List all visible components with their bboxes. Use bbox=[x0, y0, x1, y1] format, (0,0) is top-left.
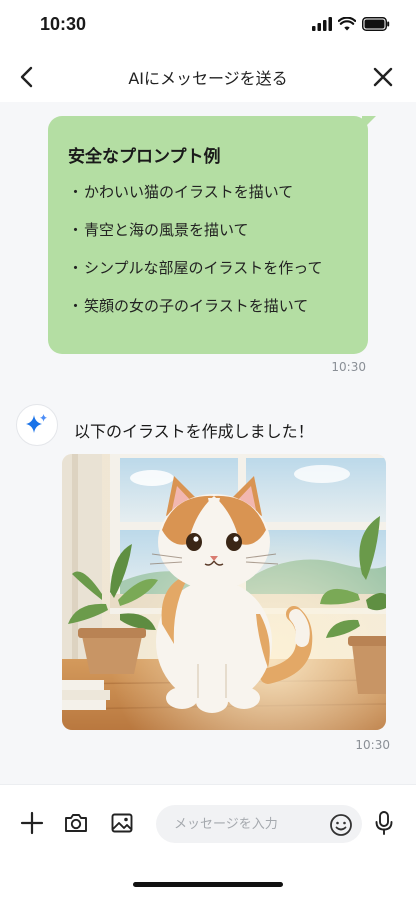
prompt-list: ・ かわいい猫のイラストを描いて ・ 青空と海の風景を描いて ・ シンプルな部屋… bbox=[68, 181, 350, 316]
list-item: ・ 青空と海の風景を描いて bbox=[68, 219, 350, 240]
cat-illustration bbox=[62, 454, 386, 730]
list-item: ・ シンプルな部屋のイラストを作って bbox=[68, 257, 350, 278]
chat-area[interactable]: 安全なプロンプト例 ・ かわいい猫のイラストを描いて ・ 青空と海の風景を描いて… bbox=[0, 102, 416, 784]
user-message-bubble: 安全なプロンプト例 ・ かわいい猫のイラストを描いて ・ 青空と海の風景を描いて… bbox=[48, 116, 376, 354]
wifi-icon bbox=[338, 17, 356, 31]
emoji-icon bbox=[330, 814, 352, 836]
status-time: 10:30 bbox=[40, 13, 87, 34]
nav-bar: AIにメッセージを送る bbox=[0, 52, 416, 102]
bullet: ・ bbox=[68, 259, 84, 277]
bullet: ・ bbox=[68, 183, 84, 201]
page-title: AIにメッセージを送る bbox=[128, 69, 288, 88]
prompt-text: 笑顔の女の子のイラストを描いて bbox=[84, 297, 309, 315]
sparkle-icon bbox=[26, 414, 47, 433]
generated-cat-image[interactable] bbox=[62, 454, 386, 730]
camera-button[interactable] bbox=[62, 809, 90, 837]
message-timestamp: 10:30 bbox=[355, 738, 390, 752]
back-icon bbox=[20, 66, 33, 88]
list-item: ・ 笑顔の女の子のイラストを描いて bbox=[68, 295, 350, 316]
bullet: ・ bbox=[68, 297, 84, 315]
battery-icon bbox=[362, 17, 390, 31]
status-bar: 10:30 bbox=[0, 0, 416, 48]
bullet: ・ bbox=[68, 221, 84, 239]
message-title: 安全なプロンプト例 bbox=[68, 147, 221, 167]
emoji-button[interactable] bbox=[328, 812, 354, 838]
back-button[interactable] bbox=[14, 64, 40, 90]
ai-avatar bbox=[16, 404, 58, 446]
add-button[interactable] bbox=[18, 809, 46, 837]
ai-message-text: 以下のイラストを作成しました！ bbox=[74, 422, 314, 441]
camera-icon bbox=[65, 814, 87, 832]
plus-icon bbox=[20, 811, 44, 835]
prompt-text: シンプルな部屋のイラストを作って bbox=[84, 259, 323, 277]
prompt-text: 青空と海の風景を描いて bbox=[84, 221, 249, 239]
close-button[interactable] bbox=[370, 64, 396, 90]
mic-icon bbox=[375, 811, 393, 835]
message-timestamp: 10:30 bbox=[331, 360, 366, 374]
close-icon bbox=[373, 67, 393, 87]
status-icons bbox=[312, 17, 390, 31]
mic-button[interactable] bbox=[370, 809, 398, 837]
list-item: ・ かわいい猫のイラストを描いて bbox=[68, 181, 350, 202]
image-icon bbox=[111, 813, 133, 833]
prompt-text: かわいい猫のイラストを描いて bbox=[84, 183, 294, 201]
signal-icon bbox=[312, 17, 332, 31]
image-button[interactable] bbox=[108, 809, 136, 837]
home-indicator[interactable] bbox=[133, 882, 283, 887]
input-bar bbox=[0, 784, 416, 860]
